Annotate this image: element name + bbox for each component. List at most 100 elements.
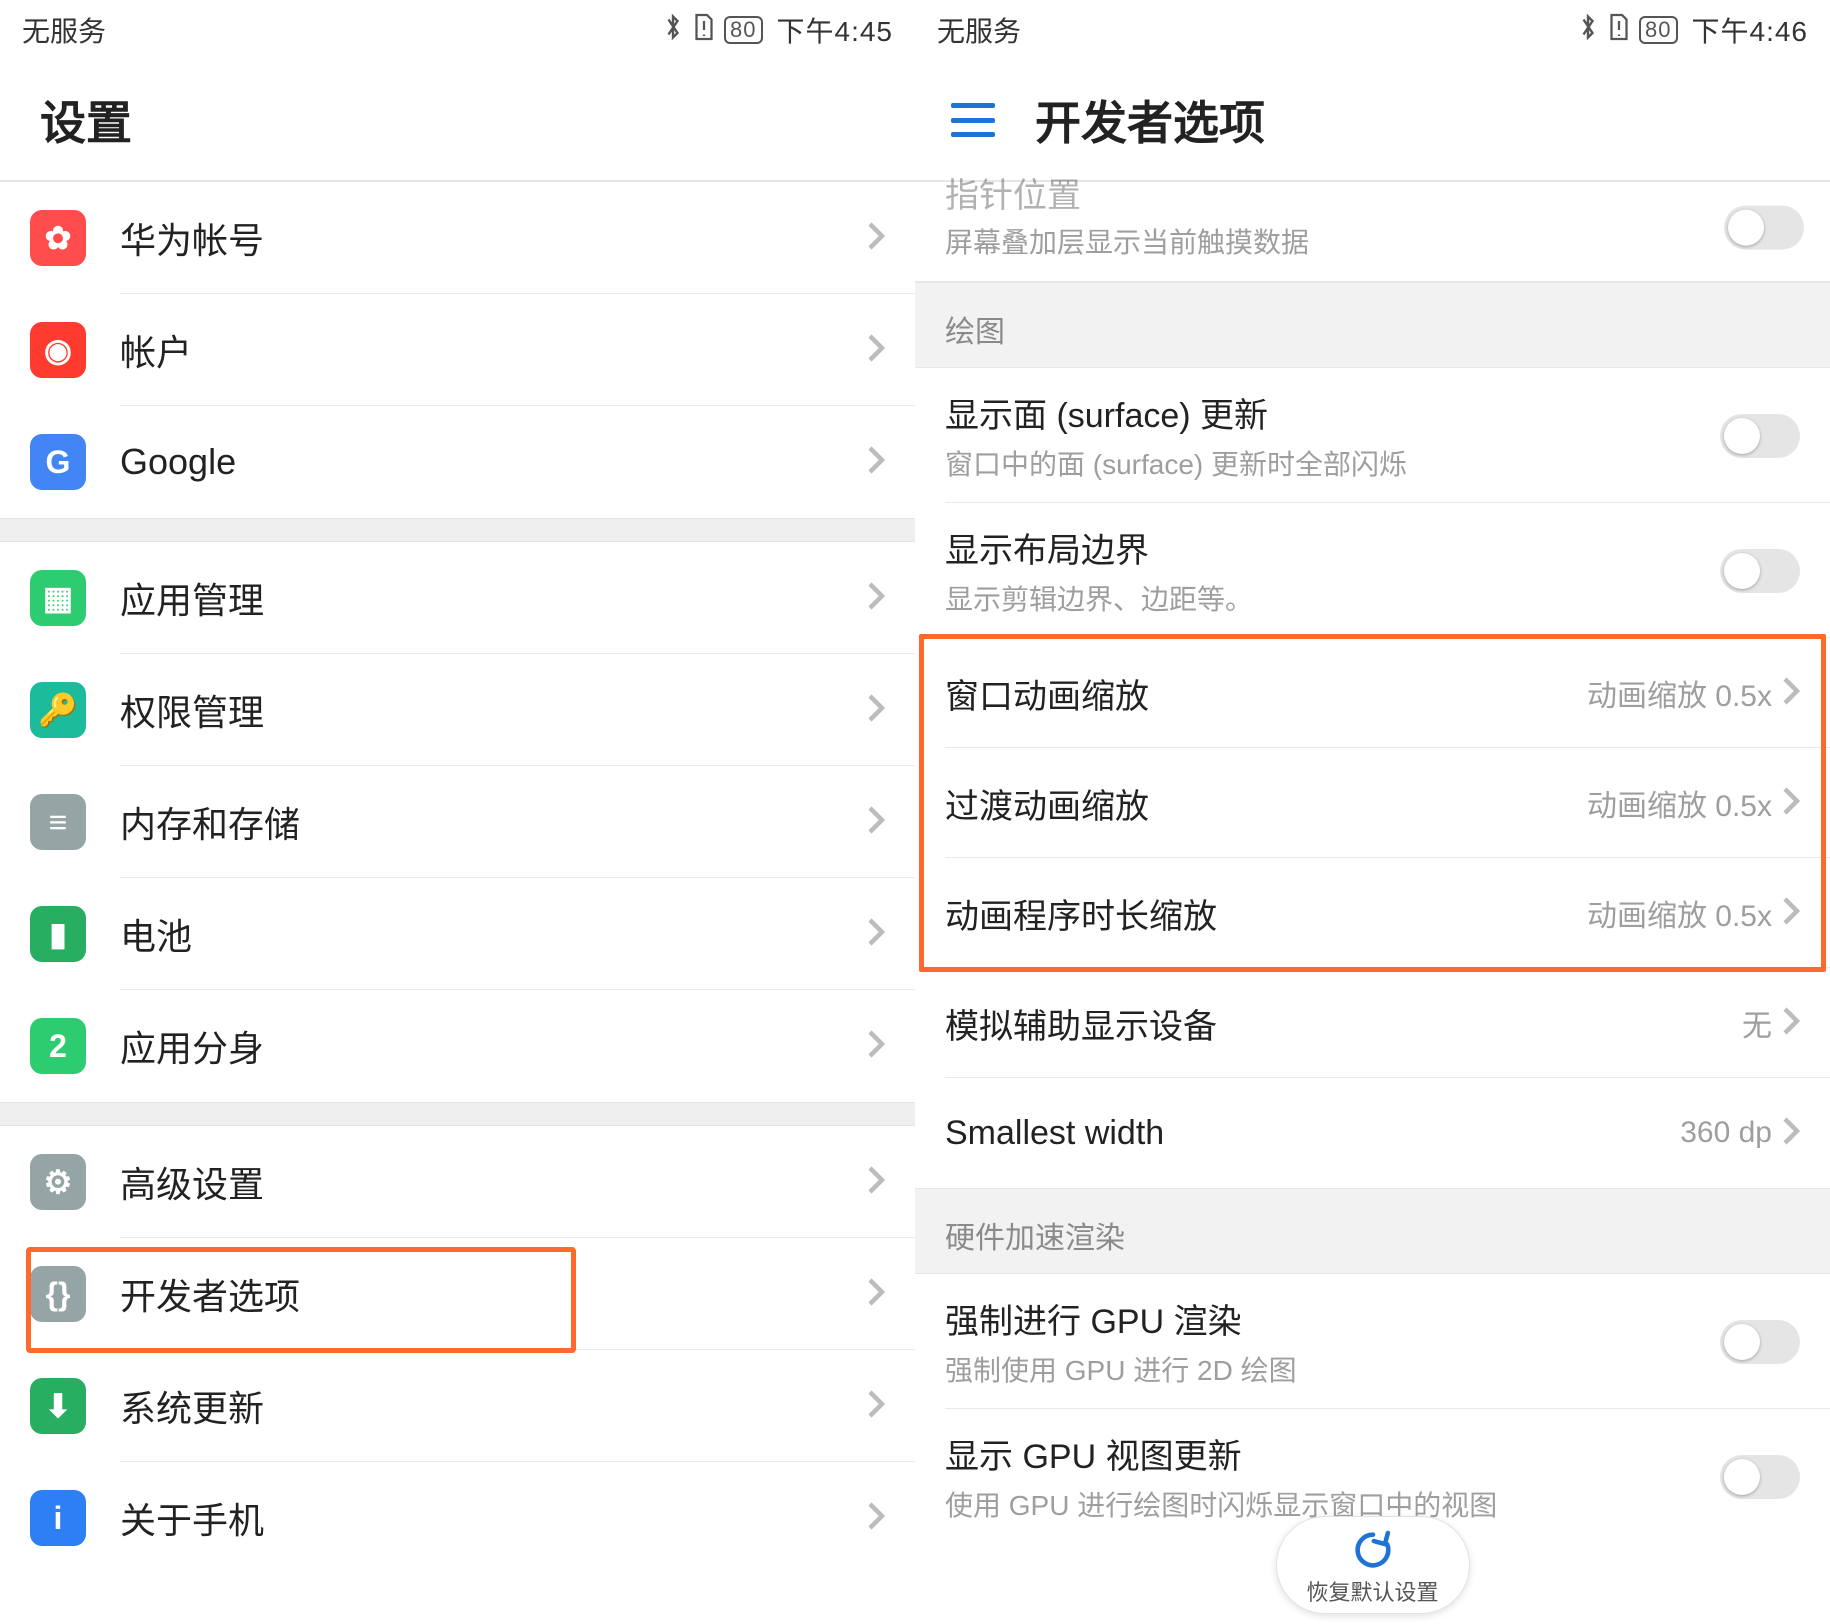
chevron-right-icon [867, 445, 885, 480]
option-row[interactable]: 强制进行 GPU 渲染强制使用 GPU 进行 2D 绘图 [915, 1274, 1830, 1409]
settings-row-huawei[interactable]: ✿ 华为帐号 [0, 182, 915, 294]
settings-row-account[interactable]: ◉ 帐户 [0, 294, 915, 406]
toggle-switch[interactable] [1724, 205, 1804, 249]
settings-row-label: 高级设置 [120, 1156, 867, 1208]
settings-row-label: 华为帐号 [120, 212, 867, 264]
clone-icon: 2 [30, 1018, 86, 1074]
settings-row-about[interactable]: i 关于手机 [0, 1462, 915, 1574]
option-value: 360 dp [1680, 1116, 1772, 1150]
chevron-right-icon [867, 1029, 885, 1064]
chevron-right-icon [867, 805, 885, 840]
chevron-right-icon [867, 917, 885, 952]
app-bar: 开发者选项 [915, 60, 1830, 180]
menu-icon[interactable] [951, 103, 995, 137]
mem-icon: ≡ [30, 794, 86, 850]
update-icon: ⬇ [30, 1378, 86, 1434]
option-row[interactable]: 动画程序时长缩放动画缩放 0.5x [915, 858, 1830, 968]
status-no-service: 无服务 [22, 10, 106, 50]
option-row[interactable]: 显示面 (surface) 更新窗口中的面 (surface) 更新时全部闪烁 [915, 368, 1830, 503]
settings-row-mem[interactable]: ≡ 内存和存储 [0, 766, 915, 878]
settings-row-label: 关于手机 [120, 1492, 867, 1544]
option-row[interactable]: Smallest width360 dp [915, 1078, 1830, 1188]
restore-defaults-label: 恢复默认设置 [1306, 1575, 1438, 1607]
hw-accel-list: 强制进行 GPU 渲染强制使用 GPU 进行 2D 绘图显示 GPU 视图更新使… [915, 1274, 1830, 1544]
toggle-switch[interactable] [1720, 549, 1800, 593]
settings-row-adv[interactable]: ⚙ 高级设置 [0, 1126, 915, 1238]
chevron-right-icon [1782, 896, 1800, 931]
huawei-icon: ✿ [30, 210, 86, 266]
settings-row-label: 应用管理 [120, 572, 867, 624]
option-subtitle: 强制使用 GPU 进行 2D 绘图 [945, 1349, 1720, 1389]
sim-alert-icon [1607, 12, 1631, 49]
sim-alert-icon [692, 12, 716, 49]
option-title: 模拟辅助显示设备 [945, 999, 1742, 1048]
settings-row-label: 系统更新 [120, 1380, 867, 1432]
chevron-right-icon [867, 221, 885, 256]
option-value: 动画缩放 0.5x [1587, 671, 1772, 715]
option-title: 显示面 (surface) 更新 [945, 388, 1720, 437]
settings-row-batt[interactable]: ▮ 电池 [0, 878, 915, 990]
option-value: 动画缩放 0.5x [1587, 781, 1772, 825]
settings-row-label: 开发者选项 [120, 1268, 867, 1320]
option-title: 指针位置 [945, 168, 1800, 217]
settings-row-label: 应用分身 [120, 1020, 867, 1072]
google-icon: G [30, 434, 86, 490]
about-icon: i [30, 1490, 86, 1546]
dev-icon: {} [30, 1266, 86, 1322]
option-row[interactable]: 模拟辅助显示设备无 [915, 968, 1830, 1078]
settings-row-apps[interactable]: ▦应用管理 [0, 542, 915, 654]
adv-icon: ⚙ [30, 1154, 86, 1210]
settings-row-update[interactable]: ⬇ 系统更新 [0, 1350, 915, 1462]
option-subtitle: 窗口中的面 (surface) 更新时全部闪烁 [945, 443, 1720, 483]
bluetooth-icon [662, 12, 684, 49]
batt-icon: ▮ [30, 906, 86, 962]
settings-row-clone[interactable]: 2 应用分身 [0, 990, 915, 1102]
chevron-right-icon [1782, 1006, 1800, 1041]
status-clock: 下午4:46 [1692, 10, 1809, 50]
bluetooth-icon [1577, 12, 1599, 49]
option-title: 显示布局边界 [945, 523, 1720, 572]
option-title: 强制进行 GPU 渲染 [945, 1294, 1720, 1343]
option-title: 过渡动画缩放 [945, 779, 1587, 828]
option-row[interactable]: 显示布局边界显示剪辑边界、边距等。 [915, 503, 1830, 638]
option-row[interactable]: 过渡动画缩放动画缩放 0.5x [915, 748, 1830, 858]
chevron-right-icon [867, 1389, 885, 1424]
page-title: 设置 [40, 87, 132, 153]
status-clock: 下午4:45 [777, 10, 894, 50]
option-value: 无 [1742, 1001, 1772, 1045]
settings-list: ✿ 华为帐号 ◉ 帐户 G Google ▦应用管理🔑权限管理 ≡ 内存和存储 ▮ 电池 2 应用分身 ⚙… [0, 182, 915, 1574]
chevron-right-icon [867, 1501, 885, 1536]
app-bar: 设置 [0, 60, 915, 180]
settings-row-label: 内存和存储 [120, 796, 867, 848]
chevron-right-icon [1782, 676, 1800, 711]
toggle-switch[interactable] [1720, 1455, 1800, 1499]
drawing-options-list: 显示面 (surface) 更新窗口中的面 (surface) 更新时全部闪烁显… [915, 368, 1830, 1188]
option-pointer-location[interactable]: 指针位置 屏幕叠加层显示当前触摸数据 [915, 182, 1830, 282]
settings-row-dev[interactable]: {} 开发者选项 [0, 1238, 915, 1350]
developer-options-screen: 无服务 80 下午4:46 开发者选项 指针位置 屏幕叠加层显示当前触摸数据 [915, 0, 1830, 1624]
settings-row-label: 权限管理 [120, 684, 867, 736]
status-bar: 无服务 80 下午4:45 [0, 0, 915, 60]
account-icon: ◉ [30, 322, 86, 378]
settings-row-google[interactable]: G Google [0, 406, 915, 518]
settings-row-label: 帐户 [120, 324, 867, 376]
option-row[interactable]: 窗口动画缩放动画缩放 0.5x [915, 638, 1830, 748]
battery-level: 80 [724, 16, 762, 44]
toggle-switch[interactable] [1720, 414, 1800, 458]
settings-row-perm[interactable]: 🔑权限管理 [0, 654, 915, 766]
option-title: 窗口动画缩放 [945, 669, 1587, 718]
page-title: 开发者选项 [1035, 87, 1265, 153]
toggle-switch[interactable] [1720, 1320, 1800, 1364]
option-title: Smallest width [945, 1114, 1680, 1153]
chevron-right-icon [867, 1277, 885, 1312]
option-title: 动画程序时长缩放 [945, 889, 1587, 938]
option-subtitle: 屏幕叠加层显示当前触摸数据 [945, 221, 1800, 261]
restore-defaults-button[interactable]: 恢复默认设置 [1275, 1516, 1469, 1614]
settings-row-label: Google [120, 441, 867, 483]
chevron-right-icon [867, 581, 885, 616]
option-subtitle: 显示剪辑边界、边距等。 [945, 578, 1720, 618]
chevron-right-icon [867, 693, 885, 728]
settings-row-label: 电池 [120, 908, 867, 960]
status-bar: 无服务 80 下午4:46 [915, 0, 1830, 60]
status-no-service: 无服务 [937, 10, 1021, 50]
